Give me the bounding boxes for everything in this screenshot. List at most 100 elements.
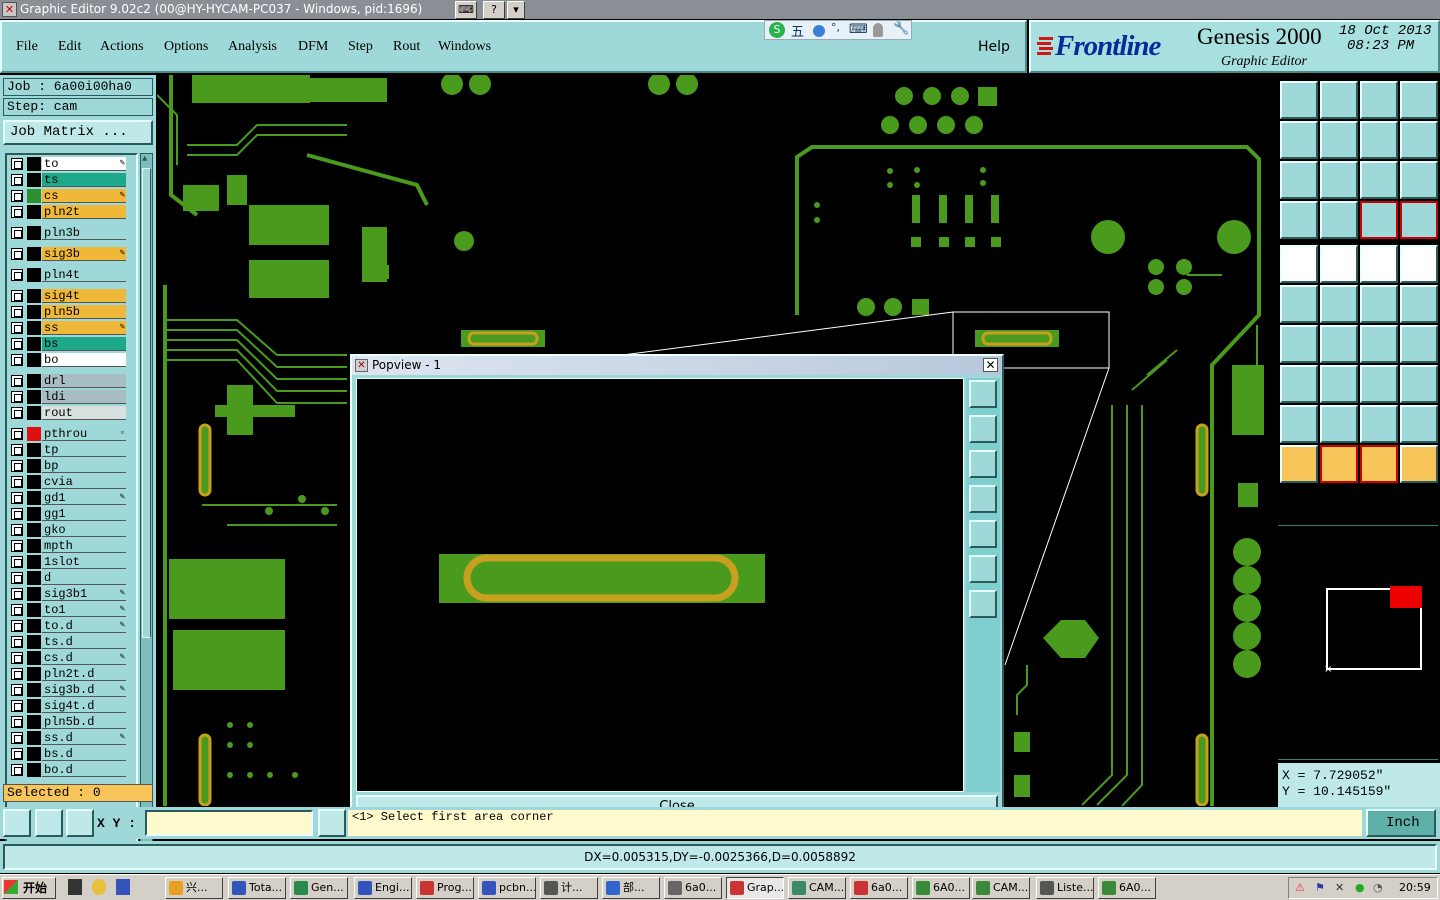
layer-checkbox[interactable] [11,604,23,616]
layer-checkbox[interactable] [11,652,23,664]
layer-row-d[interactable]: d [9,571,127,585]
pan-down-icon[interactable] [969,450,997,478]
layer-color-swatch[interactable] [27,247,41,261]
layer-name[interactable]: to1 [42,603,126,617]
layer-row-bp[interactable]: bp [9,459,127,473]
ime-toolbar[interactable]: S 五 °, ⌨ 🔧 [764,20,912,40]
layer-row-sig3b-d[interactable]: sig3b.d ✎ [9,683,127,697]
fit-icon[interactable] [1280,161,1318,199]
line-icon[interactable] [1360,285,1398,323]
layer-name[interactable]: rout [42,406,126,420]
ime-moon-icon[interactable] [813,25,825,37]
layer-checkbox[interactable] [11,508,23,520]
zoom-out-icon[interactable] [1400,121,1438,159]
unit-selector[interactable]: Inch [1366,809,1436,837]
taskbar-item[interactable]: Liste... [1036,877,1094,899]
xy-input[interactable] [145,810,313,836]
layer-name[interactable]: d [42,571,126,585]
layer-name[interactable]: sig3b [42,247,126,261]
layer-color-swatch[interactable] [27,459,41,473]
layer-name[interactable]: pln2t.d [42,667,126,681]
layer-name[interactable]: ldi [42,390,126,404]
layer-row-gd1[interactable]: gd1 ✎ [9,491,127,505]
pan-down-icon[interactable] [1320,81,1358,119]
layer-color-swatch[interactable] [27,651,41,665]
layer-color-swatch[interactable] [27,390,41,404]
layer-name[interactable]: tp [42,443,126,457]
layer-checkbox[interactable] [11,158,23,170]
layer-row-to1[interactable]: to1 ✎ [9,603,127,617]
layer-checkbox[interactable] [11,684,23,696]
layer-color-swatch[interactable] [27,699,41,713]
layer-checkbox[interactable] [11,492,23,504]
layer-checkbox[interactable] [11,556,23,568]
tray-volume-icon[interactable]: ⚑ [1315,878,1325,898]
layer-row-pthrou[interactable]: pthrou ▫ [9,427,127,441]
help-menu[interactable]: Help [978,39,1010,55]
layer-name[interactable]: bs [42,337,126,351]
layer-checkbox[interactable] [11,540,23,552]
layer-name[interactable]: gd1 [42,491,126,505]
popview-canvas[interactable] [356,378,964,792]
layer-color-swatch[interactable] [27,406,41,420]
layer-color-swatch[interactable] [27,731,41,745]
settings-icon[interactable] [1280,201,1318,239]
layer-color-swatch[interactable] [27,189,41,203]
layer-row-pln3b[interactable]: pln3b [9,226,127,240]
taskbar-item[interactable]: 6A0... [912,877,970,899]
circle-icon[interactable] [1400,245,1438,283]
layer-color-swatch[interactable] [27,337,41,351]
line-edit-icon[interactable] [1400,285,1438,323]
layer-checkbox[interactable] [11,227,23,239]
ime-user-icon[interactable] [873,23,883,37]
layer-name[interactable]: mpth [42,539,126,553]
taskbar-item[interactable]: Prog... [416,877,474,899]
layer-checkbox[interactable] [11,700,23,712]
home-icon[interactable] [1280,81,1318,119]
snap-pad-icon[interactable] [1360,201,1398,239]
pad-icon[interactable] [1280,365,1318,403]
layer-color-swatch[interactable] [27,539,41,553]
layer-name[interactable]: ts.d [42,635,126,649]
pan-up-icon[interactable] [969,415,997,443]
layer-row-to-d[interactable]: to.d ✎ [9,619,127,633]
layer-name[interactable]: pln5b [42,305,126,319]
layer-name[interactable]: cs [42,189,126,203]
pan-left-icon[interactable] [1280,121,1318,159]
help-icon[interactable]: ? [483,1,505,19]
a-flat-icon[interactable] [1400,405,1438,443]
triangle-icon[interactable] [1280,405,1318,443]
a-box-icon[interactable] [1360,405,1398,443]
layer-row-sig4t-d[interactable]: sig4t.d [9,699,127,713]
ie-icon[interactable] [92,879,106,895]
popview-window[interactable]: Popview - 1 ✕ ✕ Close [350,354,1004,822]
layer-color-swatch[interactable] [27,157,41,171]
tray-network-icon[interactable]: ⚠ [1295,878,1305,898]
layer-row-1slot[interactable]: 1slot [9,555,127,569]
layer-name[interactable]: pln4t [42,268,126,282]
group-icon[interactable] [1400,365,1438,403]
layer-row-cvia[interactable]: cvia [9,475,127,489]
layer-color-swatch[interactable] [27,289,41,303]
dropdown-icon[interactable]: ▾ [507,1,525,19]
layer-name[interactable]: sig3b.d [42,683,126,697]
move-icon[interactable] [1320,365,1358,403]
layer-color-swatch[interactable] [27,715,41,729]
taskbar-item[interactable]: Tota... [228,877,286,899]
layer-checkbox[interactable] [11,375,23,387]
scroll-up-icon[interactable]: ▲ [142,154,147,164]
window-icon[interactable] [1400,81,1438,119]
pointer-box-icon[interactable] [1320,445,1358,483]
net-icon[interactable] [1280,285,1318,323]
zoom-window-icon[interactable] [969,380,997,408]
layer-name[interactable]: pln5b.d [42,715,126,729]
layer-color-swatch[interactable] [27,173,41,187]
layer-name[interactable]: 1slot [42,555,126,569]
pointer-net-icon[interactable] [1400,445,1438,483]
layer-name[interactable]: pln3b [42,226,126,240]
layer-row-cs[interactable]: cs ✎ [9,189,127,203]
ime-mode-label[interactable]: 五 [791,21,804,40]
layer-row-pln5b-d[interactable]: pln5b.d [9,715,127,729]
layer-color-swatch[interactable] [27,268,41,282]
display-icon[interactable] [1320,245,1358,283]
